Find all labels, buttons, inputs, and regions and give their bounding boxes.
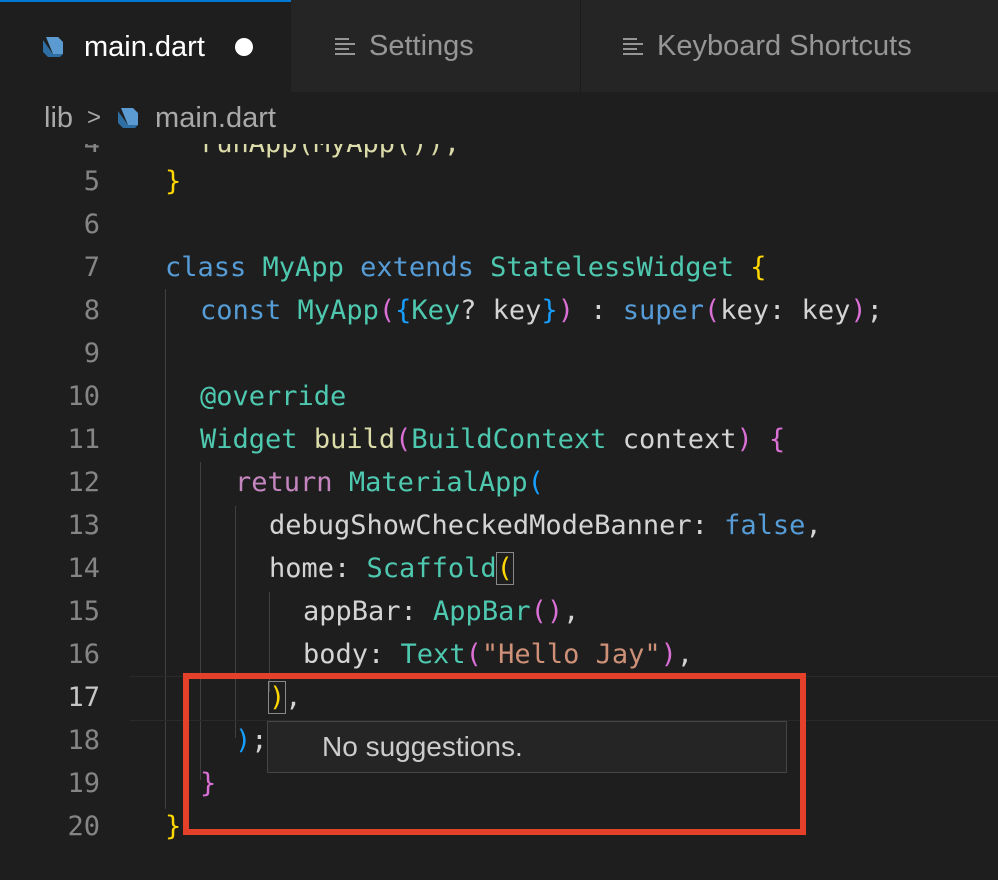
line-number: 7 bbox=[83, 252, 100, 283]
line-code: const MyApp({Key? key}) : super(key: key… bbox=[200, 295, 883, 326]
code-line: 10 @override bbox=[0, 375, 998, 418]
line-number: 11 bbox=[67, 424, 100, 455]
line-number: 18 bbox=[67, 725, 100, 756]
code-line: 12 return MaterialApp( bbox=[0, 461, 998, 504]
line-number: 6 bbox=[83, 209, 100, 240]
code-line: 15 appBar: AppBar(), bbox=[0, 590, 998, 633]
tab-settings[interactable]: Settings bbox=[291, 0, 581, 92]
line-number: 19 bbox=[67, 768, 100, 799]
tab-keyboard-shortcuts[interactable]: Keyboard Shortcuts bbox=[581, 0, 998, 92]
line-code: Widget build(BuildContext context) { bbox=[200, 424, 786, 455]
tab-label: Settings bbox=[369, 29, 474, 62]
breadcrumb-folder[interactable]: lib bbox=[44, 102, 73, 135]
editor-tab-bar: main.dart Settings Keyboard Shortcuts bbox=[0, 0, 998, 92]
line-number: 16 bbox=[67, 639, 100, 670]
line-number: 13 bbox=[67, 510, 100, 541]
line-number: 9 bbox=[83, 338, 100, 369]
line-code: debugShowCheckedModeBanner: false, bbox=[269, 510, 822, 541]
code-line: 6 bbox=[0, 203, 998, 246]
code-line: 5 } bbox=[0, 160, 998, 203]
chevron-right-icon: > bbox=[87, 104, 102, 131]
code-line: 11 Widget build(BuildContext context) { bbox=[0, 418, 998, 461]
tab-label: Keyboard Shortcuts bbox=[657, 29, 912, 62]
code-line: 8 const MyApp({Key? key}) : super(key: k… bbox=[0, 289, 998, 332]
line-number: 20 bbox=[67, 811, 100, 842]
breadcrumb: lib > main.dart bbox=[0, 92, 998, 144]
dart-icon bbox=[118, 108, 139, 128]
line-code: home: Scaffold( bbox=[269, 552, 514, 585]
line-code: return MaterialApp( bbox=[235, 467, 544, 498]
line-code: appBar: AppBar(), bbox=[303, 596, 580, 627]
code-line: 13 debugShowCheckedModeBanner: false, bbox=[0, 504, 998, 547]
settings-editor-icon bbox=[335, 38, 355, 55]
code-line: 7 class MyApp extends StatelessWidget { bbox=[0, 246, 998, 289]
annotation-highlight-box bbox=[183, 673, 806, 835]
code-line: 14 home: Scaffold( bbox=[0, 547, 998, 590]
line-number: 17 bbox=[67, 682, 100, 713]
line-code: } bbox=[165, 811, 182, 842]
tab-main-dart[interactable]: main.dart bbox=[0, 0, 291, 92]
line-number: 15 bbox=[67, 596, 100, 627]
line-number: 14 bbox=[67, 553, 100, 584]
tab-label: main.dart bbox=[84, 30, 205, 63]
line-number: 12 bbox=[67, 467, 100, 498]
line-number: 8 bbox=[83, 295, 100, 326]
line-code: @override bbox=[200, 381, 347, 412]
line-code: class MyApp extends StatelessWidget { bbox=[165, 252, 767, 283]
code-line: 9 bbox=[0, 332, 998, 375]
dart-icon bbox=[43, 37, 63, 57]
line-code: } bbox=[165, 166, 182, 197]
line-number: 10 bbox=[67, 381, 100, 412]
code-line: 16 body: Text("Hello Jay"), bbox=[0, 633, 998, 676]
breadcrumb-file[interactable]: main.dart bbox=[155, 102, 276, 135]
unsaved-indicator-icon[interactable] bbox=[234, 38, 253, 56]
line-number: 5 bbox=[83, 166, 100, 197]
line-code: body: Text("Hello Jay"), bbox=[303, 639, 694, 670]
keyboard-shortcuts-editor-icon bbox=[623, 38, 643, 55]
